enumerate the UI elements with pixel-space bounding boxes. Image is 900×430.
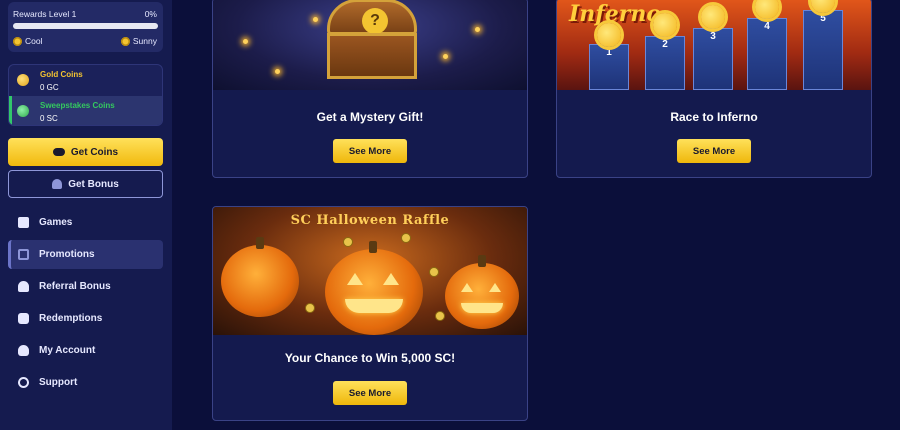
pumpkin-mouth	[345, 299, 403, 313]
pumpkin-eye	[383, 273, 399, 285]
pumpkin-stem	[478, 255, 487, 267]
pumpkin-mouth	[461, 303, 503, 313]
pumpkin-stem	[256, 237, 265, 249]
question-mark-icon: ?	[362, 8, 388, 34]
sweepstakes-coins-balance: 0 SC	[40, 114, 58, 123]
tier-next: Sunny	[120, 36, 157, 46]
sidebar: Rewards Level 1 0% Cool Sunny Gold Coins…	[0, 0, 172, 430]
get-coins-label: Get Coins	[70, 146, 119, 158]
rewards-panel[interactable]: Rewards Level 1 0% Cool Sunny	[8, 2, 163, 52]
promo-card-halloween-raffle[interactable]: SC Halloween Raffle Your Chance to Win 5…	[212, 206, 528, 421]
pumpkin-eye	[347, 273, 363, 285]
sidebar-item-my-account[interactable]: My Account	[8, 336, 163, 365]
sidebar-item-referral-bonus[interactable]: Referral Bonus	[8, 272, 163, 301]
podium-2: 2	[645, 36, 685, 90]
firefly-decoration	[243, 39, 248, 44]
sidebar-item-label: Support	[39, 377, 78, 388]
pumpkin-left	[221, 237, 299, 317]
firefly-decoration	[443, 54, 448, 59]
podium-5: 5	[803, 10, 843, 90]
support-icon	[18, 377, 29, 388]
promo-card-race-to-inferno[interactable]: Inferno 1 2 3 4 5 Race to Inferno See Mo…	[556, 0, 872, 178]
pumpkin-right	[445, 255, 519, 329]
sidebar-item-support[interactable]: Support	[8, 368, 163, 397]
coins-icon	[52, 148, 65, 156]
raffle-banner: SC Halloween Raffle	[290, 213, 450, 228]
halloween-raffle-image: SC Halloween Raffle	[213, 207, 527, 335]
see-more-button[interactable]: See More	[333, 381, 407, 405]
promo-title: Your Chance to Win 5,000 SC!	[284, 351, 456, 365]
mystery-gift-image: ?	[213, 0, 527, 90]
sidebar-item-label: Games	[39, 217, 73, 228]
get-bonus-button[interactable]: Get Bonus	[8, 170, 163, 198]
pumpkin-eye	[489, 283, 501, 292]
sidebar-item-games[interactable]: Games	[8, 208, 163, 237]
wallet-panel: Gold Coins 0 GC Sweepstakes Coins 0 SC	[8, 64, 163, 126]
tier-current: Cool	[13, 36, 42, 46]
sun-mascot-icon	[597, 23, 621, 47]
firefly-decoration	[313, 17, 318, 22]
sweepstakes-coins-row[interactable]: Sweepstakes Coins 0 SC	[9, 96, 162, 125]
podium-4: 4	[747, 18, 787, 90]
redemptions-icon	[18, 313, 29, 324]
sweepstakes-coin-icon	[17, 105, 29, 117]
sidebar-item-redemptions[interactable]: Redemptions	[8, 304, 163, 333]
promotions-icon	[18, 249, 29, 260]
race-to-inferno-image: Inferno 1 2 3 4 5	[557, 0, 871, 90]
sidebar-item-label: Promotions	[39, 249, 95, 260]
rewards-level-label: Rewards Level 1	[13, 9, 77, 19]
tier-next-label: Sunny	[132, 36, 157, 46]
see-more-button[interactable]: See More	[333, 139, 407, 163]
firefly-decoration	[475, 27, 480, 32]
inferno-logo: Inferno	[569, 1, 662, 27]
promo-title: Get a Mystery Gift!	[316, 110, 424, 124]
gold-coins-row[interactable]: Gold Coins 0 GC	[9, 65, 162, 96]
podium-number: 1	[606, 47, 612, 58]
sidebar-item-label: Redemptions	[39, 313, 103, 324]
sidebar-item-label: My Account	[39, 345, 96, 356]
account-icon	[18, 345, 29, 356]
coin-decoration	[401, 233, 411, 243]
podium-3: 3	[693, 28, 733, 90]
jack-o-lantern-icon	[325, 241, 423, 335]
sweepstakes-coins-label: Sweepstakes Coins	[40, 101, 115, 110]
podium-number: 4	[764, 21, 770, 32]
referral-icon	[18, 281, 29, 292]
sidebar-nav: Games Promotions Referral Bonus Redempti…	[8, 208, 163, 400]
rewards-progress-percent: 0%	[144, 9, 157, 19]
sidebar-item-label: Referral Bonus	[39, 281, 111, 292]
gold-coins-balance: 0 GC	[40, 83, 59, 92]
sidebar-item-promotions[interactable]: Promotions	[8, 240, 163, 269]
promo-title: Race to Inferno	[670, 110, 758, 124]
firefly-decoration	[275, 69, 280, 74]
treasure-chest-icon: ?	[327, 0, 417, 79]
chest-box	[327, 33, 417, 79]
sun-mascot-icon	[653, 13, 677, 37]
games-icon	[18, 217, 29, 228]
sun-mascot-icon	[701, 5, 725, 29]
rewards-progress-bar	[13, 23, 158, 29]
sun-mascot-icon	[755, 0, 779, 19]
gold-coins-label: Gold Coins	[40, 70, 83, 79]
coin-decoration	[435, 311, 445, 321]
podium-number: 2	[662, 39, 668, 50]
promo-card-mystery-gift[interactable]: ? Get a Mystery Gift! See More	[212, 0, 528, 178]
pumpkin-eye	[461, 283, 473, 292]
see-more-button[interactable]: See More	[677, 139, 751, 163]
pumpkin-stem	[369, 241, 378, 253]
podium-number: 3	[710, 31, 716, 42]
sun-icon	[120, 36, 130, 46]
sun-icon	[13, 36, 22, 46]
podium-number: 5	[820, 13, 826, 24]
coin-decoration	[343, 237, 353, 247]
gold-coin-icon	[17, 74, 29, 86]
get-coins-button[interactable]: Get Coins	[8, 138, 163, 166]
get-bonus-label: Get Bonus	[68, 178, 119, 190]
coin-decoration	[429, 267, 439, 277]
podium-1: 1	[589, 44, 629, 90]
coin-decoration	[305, 303, 315, 313]
tier-current-label: Cool	[25, 36, 43, 46]
bonus-icon	[52, 179, 63, 189]
chest-lid: ?	[327, 0, 417, 35]
